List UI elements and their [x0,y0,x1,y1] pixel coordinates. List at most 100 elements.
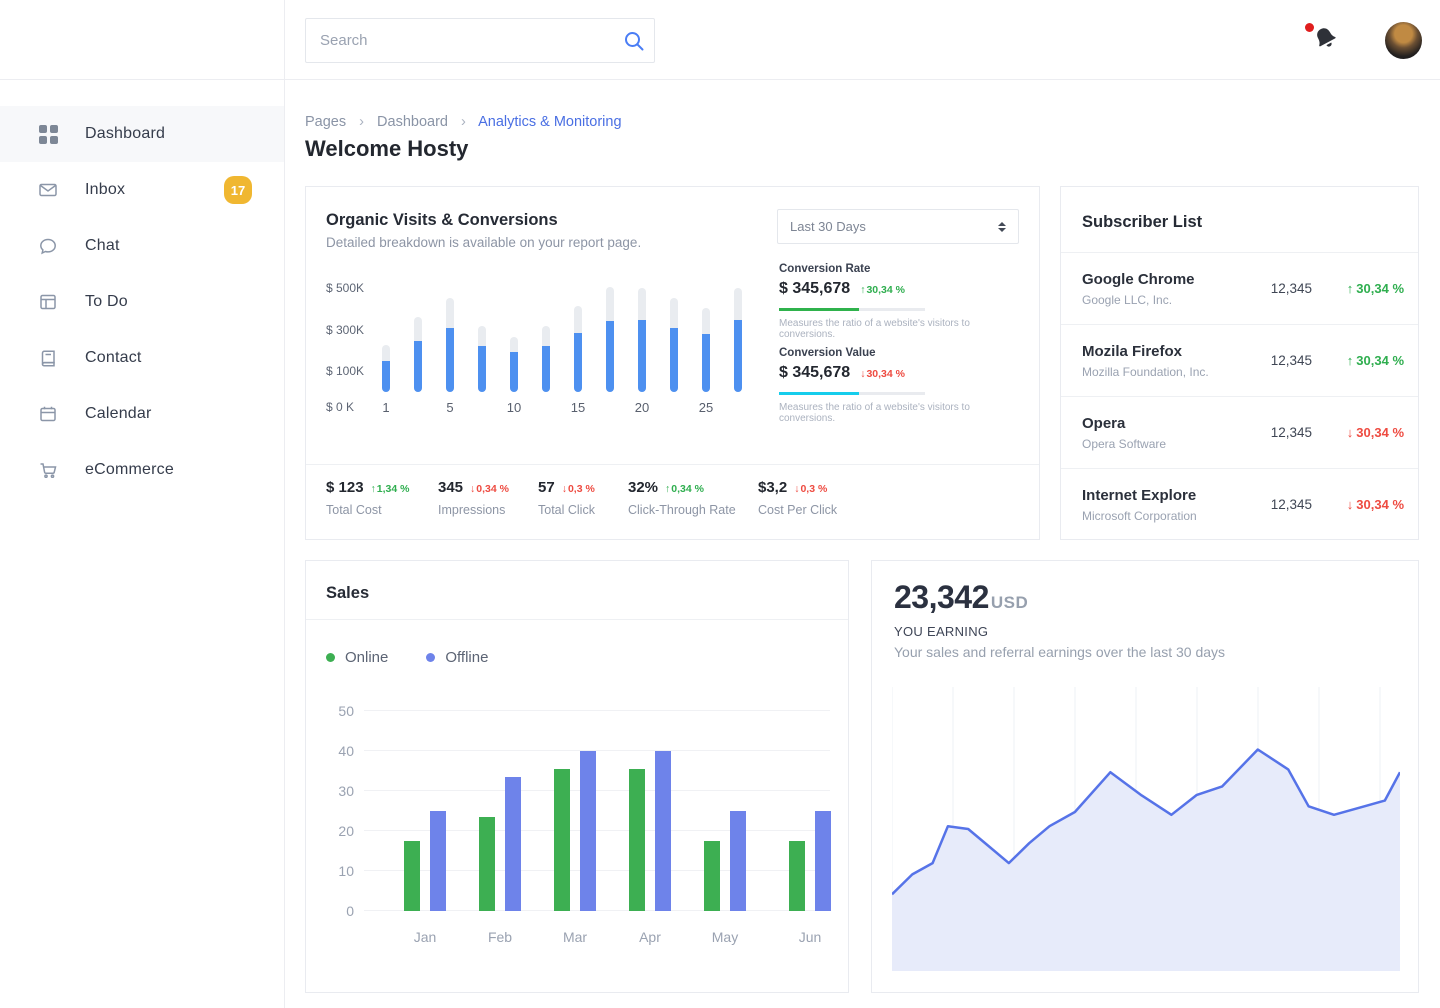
stat-value: $ 123 [326,479,364,496]
gridline [364,750,830,751]
breadcrumb-current[interactable]: Analytics & Monitoring [478,114,621,130]
sidebar-item-label: Inbox [85,181,125,199]
subscriber-row-internet-explore[interactable]: Internet Explore Microsoft Corporation 1… [1061,468,1418,540]
subscriber-name: Google Chrome [1082,271,1254,288]
subscriber-row-mozila-firefox[interactable]: Mozila Firefox Mozilla Foundation, Inc. … [1061,324,1418,396]
chat-bubble-icon [38,236,58,256]
metric-delta: ↓30,34 % [860,368,905,380]
calendar-icon [38,404,58,424]
x-tick-label: May [695,929,755,945]
search-icon[interactable] [614,30,654,52]
sales-bar-offline [815,811,831,911]
organic-bar [446,298,454,392]
sales-bar-group [704,811,746,911]
organic-bar [702,308,710,392]
sales-bar-online [704,841,720,911]
sidebar-item-todo[interactable]: To Do [0,274,284,330]
y-axis-labels: 01020304050 [328,711,354,911]
x-tick-label: 5 [446,400,453,415]
metric-caption: Measures the ratio of a website's visito… [779,402,1021,424]
shopping-cart-icon [38,460,58,480]
sidebar-item-label: Contact [85,349,142,367]
legend-dot-offline [426,653,435,662]
sidebar-item-dashboard[interactable]: Dashboard [0,106,284,162]
card-title: Sales [326,584,369,603]
user-avatar[interactable] [1385,22,1422,59]
sidebar: Dashboard Inbox 17 Chat To Do Contact [0,0,285,1008]
date-range-value: Last 30 Days [790,219,998,234]
sidebar-nav: Dashboard Inbox 17 Chat To Do Contact [0,80,284,498]
sidebar-item-contact[interactable]: Contact [0,330,284,386]
conversion-rate-metric: Conversion Rate $ 345,678 ↑30,34 % Measu… [779,263,1021,340]
sales-bar-offline [430,811,446,911]
subscriber-delta: ↑30,34 % [1312,281,1404,296]
subscriber-row-google-chrome[interactable]: Google Chrome Google LLC, Inc. 12,345 ↑3… [1061,252,1418,324]
stat-label: Cost Per Click [758,503,837,517]
metric-label: Conversion Value [779,347,1021,359]
subscriber-count: 12,345 [1254,497,1312,512]
select-arrows-icon [998,222,1006,232]
metric-delta: ↑30,34 % [860,284,905,296]
x-tick-label: 20 [635,400,649,415]
sidebar-item-inbox[interactable]: Inbox 17 [0,162,284,218]
x-tick-label: 1 [382,400,389,415]
sales-bar-online [629,769,645,911]
subscriber-count: 12,345 [1254,425,1312,440]
metric-caption: Measures the ratio of a website's visito… [779,318,1021,340]
subscriber-name: Internet Explore [1082,487,1254,504]
stat-value: 32% [628,479,658,496]
stat-label: Click-Through Rate [628,503,736,517]
stat-impressions: 345↓0,34 % Impressions [438,479,509,517]
x-axis-labels: JanFebMarAprMayJun [364,929,830,949]
date-range-select[interactable]: Last 30 Days [777,209,1019,244]
notification-bell-icon[interactable] [1311,24,1345,58]
subscriber-delta: ↓30,34 % [1312,497,1404,512]
sales-bar-chart [364,711,830,911]
organic-bar [638,288,646,392]
breadcrumb-pages[interactable]: Pages [305,114,346,130]
stat-label: Total Cost [326,503,410,517]
sidebar-item-ecommerce[interactable]: eCommerce [0,442,284,498]
earnings-area-chart [892,687,1400,971]
organic-bar [734,288,742,392]
sales-bar-group [554,751,596,911]
sidebar-item-calendar[interactable]: Calendar [0,386,284,442]
earning-card: 23,342 USD YOU EARNING Your sales and re… [871,560,1419,993]
organic-bar [510,337,518,392]
subscriber-company: Microsoft Corporation [1082,509,1254,523]
breadcrumb-separator: › [359,114,364,130]
search-input[interactable] [306,32,614,49]
sales-bar-online [479,817,495,911]
stat-delta: ↑0,34 % [665,483,704,495]
subscriber-company: Opera Software [1082,437,1254,451]
legend-label: Offline [445,649,488,666]
organic-bar [382,345,390,392]
sales-bar-group [629,751,671,911]
sales-bar-online [554,769,570,911]
earning-caption: Your sales and referral earnings over th… [894,644,1225,660]
sales-bar-offline [580,751,596,911]
stat-click-through-rate: 32% ↑0,34 % Click-Through Rate [628,479,736,517]
subscriber-company: Google LLC, Inc. [1082,293,1254,307]
x-axis-labels: 1510152025 [366,400,766,418]
subscriber-company: Mozilla Foundation, Inc. [1082,365,1254,379]
sidebar-item-chat[interactable]: Chat [0,218,284,274]
sidebar-item-label: To Do [85,293,128,311]
legend-dot-online [326,653,335,662]
metric-label: Conversion Rate [779,263,1021,275]
x-tick-label: 25 [699,400,713,415]
y-tick-label: 20 [338,823,354,839]
sales-bar-online [789,841,805,911]
sales-bar-offline [730,811,746,911]
card-title: Organic Visits & Conversions [326,211,558,230]
stat-delta: ↓0,34 % [470,483,509,495]
breadcrumb-dashboard[interactable]: Dashboard [377,114,448,130]
divider [306,464,1039,465]
stat-value: 57 [538,479,555,496]
gridline [364,790,830,791]
legend-offline: Offline [426,649,488,666]
organic-bar [542,326,550,392]
subscriber-row-opera[interactable]: Opera Opera Software 12,345 ↓30,34 % [1061,396,1418,468]
stat-delta: ↑1,34 % [371,483,410,495]
subscriber-count: 12,345 [1254,353,1312,368]
